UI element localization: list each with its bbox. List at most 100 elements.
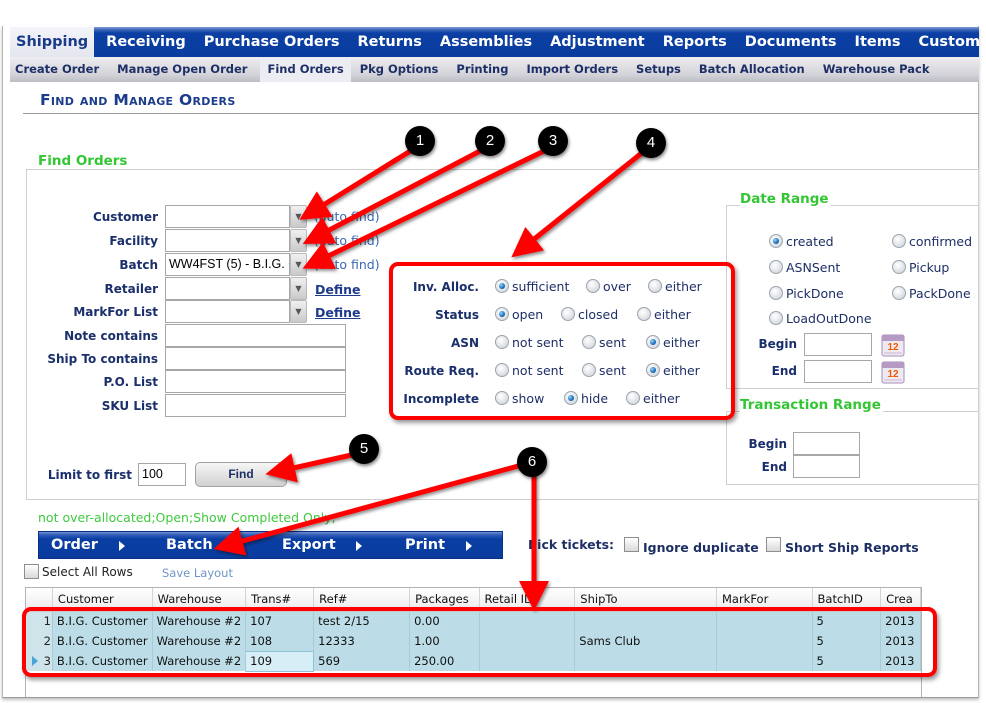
- tab-purchase-orders[interactable]: Purchase Orders: [195, 27, 349, 57]
- retailer-label: Retailer: [104, 282, 159, 296]
- ignore-duplicate-checkbox[interactable]: [624, 537, 639, 552]
- subtab-setups[interactable]: Setups: [631, 57, 690, 82]
- transaction-range-legend: Transaction Range: [740, 397, 883, 413]
- subtab-batch-allocation[interactable]: Batch Allocation: [694, 57, 814, 82]
- date-end-label: End: [771, 364, 797, 378]
- sku-list-label: SKU List: [101, 399, 158, 413]
- print-menu[interactable]: Print: [405, 532, 445, 558]
- find-orders-legend: Find Orders: [38, 153, 130, 169]
- customer-label: Customer: [92, 210, 158, 224]
- radio-button-icon[interactable]: [769, 234, 783, 248]
- batch-input[interactable]: WW4FST (5) - B.I.G. C: [165, 253, 290, 276]
- date-end-input[interactable]: [804, 360, 872, 383]
- note-contains-label: Note contains: [64, 329, 158, 343]
- tab-items[interactable]: Items: [846, 27, 910, 57]
- tab-adjustment[interactable]: Adjustment: [541, 27, 654, 57]
- page-title: Find and Manage Orders: [40, 91, 236, 109]
- submenu-arrow-icon: [356, 541, 362, 551]
- calendar-icon[interactable]: 12: [880, 359, 906, 385]
- subtab-warehouse-pack[interactable]: Warehouse Pack: [818, 57, 939, 82]
- title-divider: [23, 113, 979, 114]
- ignore-duplicate-label: Ignore duplicate: [643, 540, 759, 555]
- markfor-define-link[interactable]: Define: [315, 305, 361, 320]
- po-list-label: P.O. List: [103, 375, 158, 389]
- limit-input[interactable]: 100: [138, 463, 186, 486]
- date-begin-input[interactable]: [804, 333, 872, 356]
- date-range-radio-created[interactable]: created: [769, 234, 834, 249]
- trans-end-label: End: [761, 460, 787, 474]
- batch-menu[interactable]: Batch: [166, 532, 213, 558]
- tab-shipping[interactable]: Shipping: [10, 27, 95, 57]
- radio-button-icon[interactable]: [892, 234, 906, 248]
- subtab-manage-open-order[interactable]: Manage Open Order: [112, 57, 256, 82]
- customer-auto-find-hint: (auto find): [314, 209, 380, 224]
- trans-begin-input[interactable]: [793, 432, 860, 455]
- radio-button-icon[interactable]: [769, 311, 783, 325]
- tab-returns[interactable]: Returns: [349, 27, 431, 57]
- svg-text:12: 12: [887, 342, 899, 353]
- action-menu-bar: Order Batch Export Print: [38, 531, 503, 559]
- markfor-label: MarkFor List: [73, 305, 158, 319]
- save-layout-link[interactable]: Save Layout: [162, 566, 233, 580]
- retailer-input[interactable]: [165, 277, 290, 300]
- ship-to-contains-input[interactable]: [165, 347, 346, 370]
- chevron-down-icon: ▼: [295, 260, 302, 269]
- annotation-badge-6: 6: [517, 447, 547, 477]
- customer-dropdown-button[interactable]: ▼: [290, 205, 307, 228]
- date-range-radio-packdone[interactable]: PackDone: [892, 286, 971, 301]
- tab-documents[interactable]: Documents: [736, 27, 846, 57]
- batch-auto-find-hint: (auto find): [314, 257, 380, 272]
- sub-nav: Create Order Manage Open Order Find Orde…: [10, 57, 979, 82]
- facility-auto-find-hint: (auto find): [314, 233, 380, 248]
- subtab-import-orders[interactable]: Import Orders: [521, 57, 627, 82]
- facility-label: Facility: [109, 234, 158, 248]
- radio-button-icon[interactable]: [769, 286, 783, 300]
- batch-label: Batch: [119, 258, 158, 272]
- subtab-create-order[interactable]: Create Order: [10, 57, 108, 82]
- export-menu[interactable]: Export: [282, 532, 336, 558]
- calendar-icon[interactable]: 12: [880, 332, 906, 358]
- submenu-arrow-icon: [466, 541, 472, 551]
- short-ship-reports-checkbox[interactable]: [766, 537, 781, 552]
- select-all-rows-checkbox[interactable]: [24, 564, 39, 579]
- date-range-legend: Date Range: [740, 191, 831, 207]
- date-range-radio-pickdone[interactable]: PickDone: [769, 286, 844, 301]
- date-range-radio-loadoutdone[interactable]: LoadOutDone: [769, 311, 872, 326]
- date-range-radio-pickup[interactable]: Pickup: [892, 260, 949, 275]
- subtab-printing[interactable]: Printing: [451, 57, 517, 82]
- po-list-input[interactable]: [165, 370, 346, 393]
- find-button[interactable]: Find: [195, 462, 287, 487]
- annotation-badge-1: 1: [405, 126, 435, 156]
- chevron-down-icon: ▼: [295, 284, 302, 293]
- note-contains-input[interactable]: [165, 324, 346, 347]
- pick-tickets-label: Pick tickets:: [528, 537, 615, 552]
- svg-text:12: 12: [887, 369, 899, 380]
- annotation-badge-3: 3: [538, 126, 568, 156]
- trans-end-input[interactable]: [793, 455, 860, 478]
- radio-button-icon[interactable]: [892, 286, 906, 300]
- date-range-radio-asnsent[interactable]: ASNSent: [769, 260, 840, 275]
- subtab-pkg-options[interactable]: Pkg Options: [355, 57, 448, 82]
- customer-input[interactable]: [165, 205, 290, 228]
- chevron-down-icon: ▼: [295, 236, 302, 245]
- radio-button-icon[interactable]: [769, 260, 783, 274]
- tab-assemblies[interactable]: Assemblies: [431, 27, 541, 57]
- markfor-dropdown-button[interactable]: ▼: [290, 300, 307, 323]
- order-menu[interactable]: Order: [51, 532, 98, 558]
- tab-customer[interactable]: Customer: [909, 27, 979, 57]
- short-ship-reports-label: Short Ship Reports: [785, 540, 919, 555]
- facility-input[interactable]: [165, 229, 290, 252]
- radio-button-icon[interactable]: [892, 260, 906, 274]
- chevron-down-icon: ▼: [295, 212, 302, 221]
- markfor-input[interactable]: [165, 300, 290, 323]
- facility-dropdown-button[interactable]: ▼: [290, 229, 307, 252]
- date-range-radio-confirmed[interactable]: confirmed: [892, 234, 972, 249]
- tab-receiving[interactable]: Receiving: [97, 27, 195, 57]
- retailer-define-link[interactable]: Define: [315, 282, 361, 297]
- retailer-dropdown-button[interactable]: ▼: [290, 277, 307, 300]
- sku-list-input[interactable]: [165, 394, 346, 417]
- tab-reports[interactable]: Reports: [654, 27, 736, 57]
- batch-dropdown-button[interactable]: ▼: [290, 253, 307, 276]
- subtab-find-orders[interactable]: Find Orders: [260, 57, 351, 82]
- trans-begin-label: Begin: [748, 437, 787, 451]
